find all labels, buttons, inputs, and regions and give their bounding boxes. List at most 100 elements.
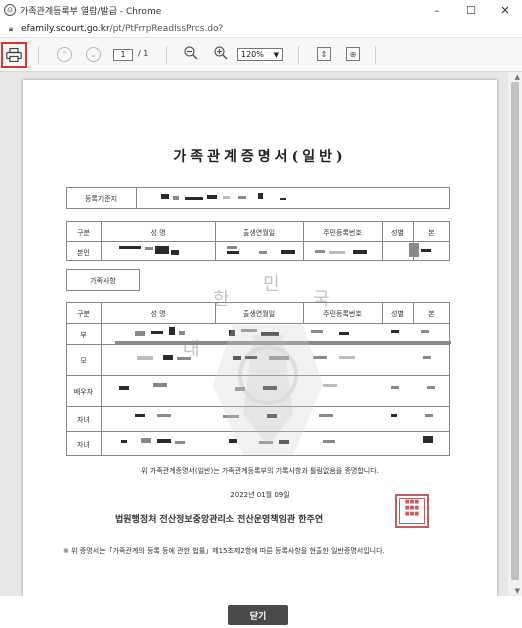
scroll-up-icon[interactable]: ▲	[515, 73, 520, 81]
toolbar-separator	[375, 46, 376, 64]
redacted-text	[137, 356, 153, 360]
family-row-label: 자녀	[77, 416, 90, 424]
header-cell: 본	[428, 229, 435, 237]
redacted-text	[261, 332, 279, 336]
chrome-favicon-icon: ⊙	[4, 4, 16, 16]
table-line	[66, 431, 450, 432]
maximize-button[interactable]: ☐	[454, 0, 488, 20]
page-total: / 1	[138, 49, 149, 58]
redacted-text	[157, 439, 171, 443]
family-table	[66, 302, 450, 456]
self-row-label: 본인	[77, 249, 90, 257]
table-line	[136, 187, 137, 209]
header-cell: 본	[428, 310, 435, 318]
redacted-text	[161, 194, 169, 199]
redacted-text	[311, 330, 323, 333]
redacted-text	[421, 330, 429, 333]
redacted-text	[280, 198, 286, 200]
redacted-text	[279, 440, 289, 444]
redacted-text	[281, 250, 295, 254]
vertical-scrollbar[interactable]: ▲ ▼	[508, 72, 522, 596]
redacted-text	[185, 197, 203, 200]
redacted-text	[157, 414, 171, 417]
pdf-viewer[interactable]: 가족관계증명서(일반) 등록기준지 구분 성 명 출생연월일 주민등록번호 성별…	[0, 72, 522, 596]
header-cell: 성 명	[150, 229, 166, 237]
header-cell: 구분	[77, 310, 90, 318]
fit-page-icon: ⇕	[320, 49, 328, 59]
redacted-text	[263, 386, 277, 390]
redacted-text	[171, 250, 179, 255]
certify-text: 위 가족관계증명서(일반)는 가족관계등록부의 기록사항과 틀림없음을 증명합니…	[141, 467, 379, 475]
zoom-out-button[interactable]	[184, 46, 198, 64]
header-cell: 구분	[77, 229, 90, 237]
table-line	[66, 406, 450, 407]
redacted-text	[177, 357, 191, 360]
family-row-label: 모	[80, 357, 87, 365]
table-line	[303, 221, 304, 261]
redacted-text	[229, 330, 235, 336]
header-cell: 출생연월일	[242, 310, 276, 318]
print-button[interactable]	[1, 42, 27, 68]
zoom-in-button[interactable]	[214, 46, 228, 64]
url-path: /pt/PtFrrpReadIssPrcs.do?	[109, 23, 224, 34]
redacted-text	[267, 414, 277, 418]
table-line	[66, 344, 450, 345]
redacted-text	[423, 436, 433, 443]
table-line	[101, 302, 102, 456]
redacted-text	[119, 246, 141, 249]
next-page-button[interactable]: ⌄	[86, 47, 101, 62]
toolbar-separator	[166, 46, 167, 64]
redacted-text	[207, 195, 217, 199]
window-title: 가족관계등록부 열람/발급 - Chrome	[20, 6, 162, 17]
fit-page-button[interactable]: ⇕	[317, 47, 331, 61]
redacted-text	[391, 414, 397, 417]
redacted-text	[409, 243, 419, 257]
lock-icon: 🔒︎	[8, 23, 14, 33]
close-button[interactable]: 닫기	[228, 605, 288, 625]
rotate-icon: ⊕	[349, 49, 357, 59]
redacted-text	[227, 246, 237, 249]
reg-base-label: 등록기준지	[84, 195, 118, 203]
zoom-select[interactable]: 120% ▼	[237, 48, 283, 61]
table-line	[66, 375, 450, 376]
redacted-text	[223, 196, 230, 199]
previous-page-button[interactable]: ⌃	[57, 47, 72, 62]
printer-icon	[6, 48, 22, 62]
pdf-toolbar: ⌃ ⌄ 1 / 1 120% ▼ ⇕ ⊕	[0, 38, 522, 72]
toolbar-separator	[38, 46, 39, 64]
redacted-text	[145, 247, 153, 250]
redacted-text	[339, 332, 349, 335]
page-number-input[interactable]: 1	[113, 49, 133, 61]
document-title: 가족관계증명서(일반)	[173, 149, 347, 165]
minimize-button[interactable]: –	[420, 0, 454, 20]
rotate-button[interactable]: ⊕	[346, 47, 360, 61]
redacted-text	[155, 246, 169, 254]
scroll-down-icon[interactable]: ▼	[515, 587, 520, 595]
family-row-label: 배우자	[73, 388, 94, 396]
redacted-text	[163, 355, 173, 360]
scrollbar-thumb[interactable]	[511, 82, 519, 580]
dropdown-arrow-icon: ▼	[273, 50, 279, 59]
close-window-button[interactable]: ✕	[488, 0, 522, 20]
table-line	[101, 221, 102, 261]
zoom-in-icon	[214, 46, 228, 60]
family-row-label: 자녀	[77, 441, 90, 449]
redacted-text	[245, 356, 257, 359]
redacted-text	[391, 330, 399, 333]
redacted-text	[329, 251, 345, 254]
redacted-text	[421, 249, 431, 252]
redacted-text	[119, 386, 129, 390]
redacted-text	[173, 196, 179, 200]
redacted-text	[135, 331, 145, 336]
redacted-text	[269, 356, 289, 360]
address-bar[interactable]: 🔒︎ efamily.scourt.go.kr /pt/PtFrrpReadIs…	[0, 20, 522, 38]
redacted-text	[315, 250, 325, 253]
url-domain: efamily.scourt.go.kr	[21, 23, 110, 34]
header-cell: 주민등록번호	[323, 310, 362, 318]
redacted-text	[223, 415, 239, 418]
table-line	[66, 241, 450, 242]
redacted-text	[179, 331, 185, 335]
redacted-text	[259, 251, 267, 254]
toolbar-separator	[298, 46, 299, 64]
table-line	[382, 221, 383, 261]
